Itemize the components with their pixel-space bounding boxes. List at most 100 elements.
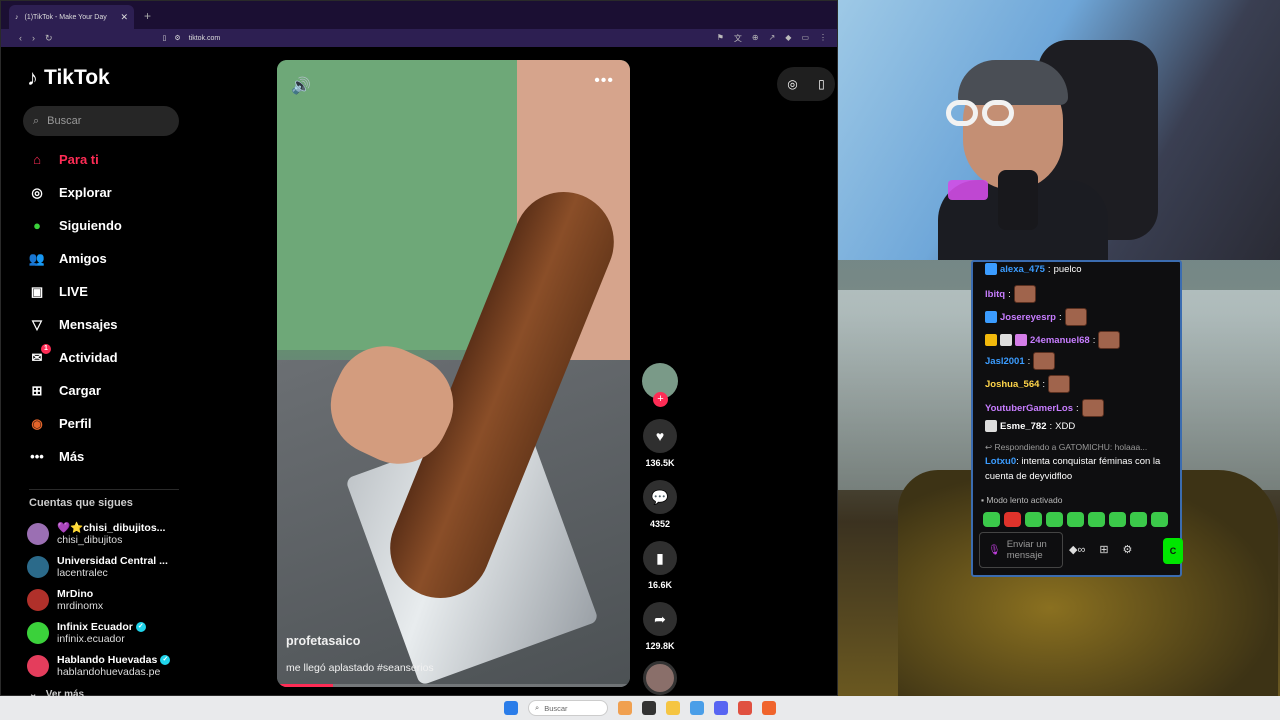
emote-6[interactable] <box>1088 512 1105 527</box>
back-icon[interactable]: ‹ <box>19 33 22 44</box>
menu-icon[interactable]: ⋮ <box>819 33 827 44</box>
following-account[interactable]: Hablando Huevadas ✓ hablandohuevadas.pe <box>27 649 197 682</box>
chat-input-placeholder: Enviar un mensaje <box>1006 539 1047 561</box>
close-tab-icon[interactable]: ✕ <box>120 12 128 23</box>
brave-shield-icon[interactable]: ◆ <box>785 33 791 44</box>
sidebar-item-actividad[interactable]: ✉ 1 Actividad <box>27 341 192 374</box>
translate-icon[interactable]: 文 <box>734 33 742 44</box>
file-explorer-icon[interactable] <box>666 701 680 715</box>
task-view-icon[interactable] <box>642 701 656 715</box>
emote-2[interactable] <box>1004 512 1021 527</box>
chat-username[interactable]: Joshua_564 <box>985 379 1039 390</box>
following-account[interactable]: MrDino mrdinomx <box>27 583 197 616</box>
emote-1[interactable] <box>983 512 1000 527</box>
live-ring-icon[interactable]: ◎ <box>787 77 797 91</box>
url-text[interactable]: tiktok.com <box>189 35 221 42</box>
bookmark-icon[interactable]: ▯ <box>163 34 167 42</box>
follow-plus-icon[interactable]: + <box>653 392 668 407</box>
emote-7[interactable] <box>1109 512 1126 527</box>
search-placeholder: Buscar <box>47 115 82 127</box>
zoom-icon[interactable]: ⊕ <box>752 33 759 44</box>
sidebar-item-explorar[interactable]: ◎ Explorar <box>27 176 192 209</box>
emote-3[interactable] <box>1025 512 1042 527</box>
chat-badge-icon <box>985 311 997 323</box>
chat-colon: : <box>1027 355 1031 367</box>
chat-username[interactable]: alexa_475 <box>1000 264 1045 275</box>
chat-username[interactable]: lbitq <box>985 289 1005 300</box>
tiktok-logo[interactable]: ♪ TikTok <box>27 65 110 91</box>
chat-badge-icon <box>1000 334 1012 346</box>
novelty-glasses <box>946 100 1036 130</box>
sidebar-toggle-icon[interactable]: ▭ <box>801 33 809 44</box>
music-disc-icon[interactable] <box>643 661 677 695</box>
sidebar-item-amigos[interactable]: 👥 Amigos <box>27 242 192 275</box>
tiktok-sidebar: ♪ TikTok ⌕ Buscar ⌂ Para ti ◎ Explorar ● Sigu… <box>9 51 199 700</box>
comment-icon[interactable]: 💬 <box>643 480 677 514</box>
comment-action[interactable]: 💬 4352 <box>639 480 681 529</box>
chat-username[interactable]: Esme_782 <box>1000 421 1046 432</box>
following-account[interactable]: Universidad Central ... lacentralec <box>27 550 197 583</box>
gift-icon[interactable]: ⊞ <box>1099 543 1108 556</box>
new-tab-button[interactable]: + <box>144 5 151 29</box>
like-action[interactable]: ♥ 136.5K <box>639 419 681 468</box>
discord-icon[interactable] <box>714 701 728 715</box>
chrome-icon[interactable] <box>690 701 704 715</box>
account-name: Hablando Huevadas <box>57 653 158 666</box>
widgets-icon[interactable] <box>618 701 632 715</box>
sidebar-item-label: Más <box>59 449 85 464</box>
emote-5[interactable] <box>1067 512 1084 527</box>
following-account[interactable]: 💜⭐chisi_dibujitos... chisi_dibujitos <box>27 517 197 550</box>
bookmark-icon[interactable]: ▮ <box>643 541 677 575</box>
tab-tiktok[interactable]: ♪ (1)TikTok - Make Your Day ✕ <box>9 5 134 29</box>
device-icon[interactable]: ▯ <box>818 77 825 91</box>
chat-username[interactable]: Josereyesrp <box>1000 312 1056 323</box>
sidebar-item-label: Mensajes <box>59 317 118 332</box>
video-username[interactable]: profetasaico <box>286 634 360 648</box>
notification-badge: 1 <box>41 343 51 354</box>
forward-icon[interactable]: › <box>32 33 35 44</box>
emote-9[interactable] <box>1151 512 1168 527</box>
sidebar-item-siguiendo[interactable]: ● Siguiendo <box>27 209 192 242</box>
app-icon[interactable] <box>738 701 752 715</box>
save-action[interactable]: ▮ 16.6K <box>639 541 681 590</box>
bits-icon[interactable]: ◆∞ <box>1069 543 1085 556</box>
chat-input[interactable]: 🎙 Enviar un mensaje <box>979 532 1063 568</box>
share-action[interactable]: ➦ 129.8K <box>639 602 681 651</box>
creator-avatar[interactable]: + <box>642 363 678 407</box>
sidebar-item-label: Para ti <box>59 152 99 167</box>
sidebar-item-m-s[interactable]: ••• Más <box>27 440 192 473</box>
sidebar-item-live[interactable]: ▣ LIVE <box>27 275 192 308</box>
chat-message: alexa_475: puelco <box>985 263 1082 275</box>
chat-username[interactable]: YoutuberGamerLos <box>985 403 1073 414</box>
taskbar-search[interactable]: ⌕ Buscar <box>528 700 608 716</box>
heart-icon[interactable]: ♥ <box>643 419 677 453</box>
search-input[interactable]: ⌕ Buscar <box>23 106 179 136</box>
sidebar-item-para-ti[interactable]: ⌂ Para ti <box>27 143 192 176</box>
sidebar-item-perfil[interactable]: ◉ Perfil <box>27 407 192 440</box>
chat-username[interactable]: 24emanuel68 <box>1030 335 1090 346</box>
chat-send-button[interactable]: C <box>1163 538 1183 564</box>
sidebar-item-mensajes[interactable]: ▽ Mensajes <box>27 308 192 341</box>
extension-icon[interactable]: ⚑ <box>717 33 724 44</box>
windows-start-icon[interactable] <box>504 701 518 715</box>
video-progress-bar[interactable] <box>277 684 630 687</box>
emote-8[interactable] <box>1130 512 1147 527</box>
following-account[interactable]: Infinix Ecuador ✓ infinix.ecuador <box>27 616 197 649</box>
video-player[interactable]: 🔊 ••• profetasaico me llegó aplastado #s… <box>277 60 630 687</box>
site-info-icon[interactable]: ⚙ <box>174 34 180 42</box>
share-icon[interactable]: ↗ <box>769 33 776 44</box>
reload-icon[interactable]: ↻ <box>45 33 53 44</box>
emote-4[interactable] <box>1046 512 1063 527</box>
streamer-cap <box>958 60 1068 105</box>
more-options-icon[interactable]: ••• <box>594 72 614 90</box>
brave-icon[interactable] <box>762 701 776 715</box>
chat-message: YoutuberGamerLos: <box>985 399 1104 417</box>
sidebar-item-cargar[interactable]: ⊞ Cargar <box>27 374 192 407</box>
verified-badge-icon: ✓ <box>135 621 146 632</box>
volume-icon[interactable]: 🔊 <box>291 76 311 96</box>
share-arrow-icon[interactable]: ➦ <box>643 602 677 636</box>
chat-username[interactable]: Jasl2001 <box>985 356 1025 367</box>
mic-icon[interactable]: 🎙 <box>988 545 1001 556</box>
chat-message: Esme_782: XDD <box>985 420 1075 432</box>
settings-gear-icon[interactable]: ⚙ <box>1123 543 1133 556</box>
